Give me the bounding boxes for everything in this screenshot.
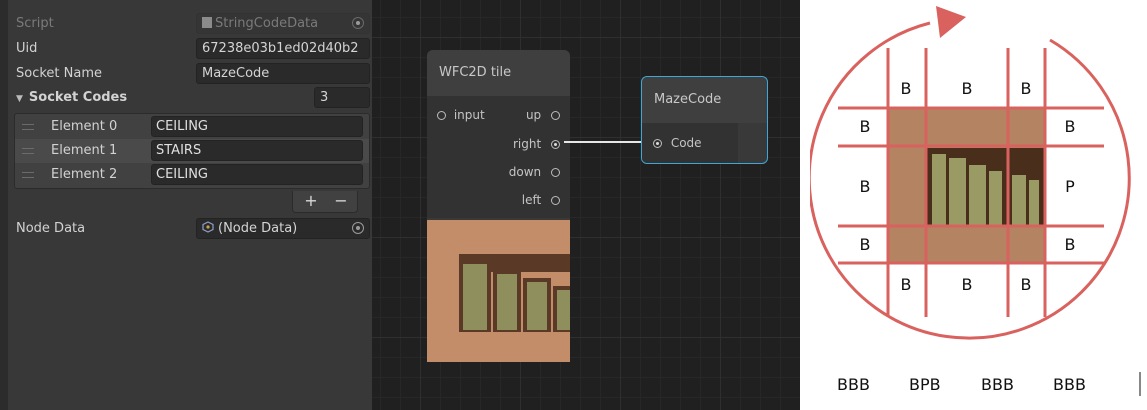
socket-label-bottom: B [961, 275, 973, 294]
script-file-icon [202, 17, 212, 28]
element-label: Element 0 [51, 119, 118, 134]
socket-label-right: B [1064, 235, 1076, 254]
port-connector-icon[interactable] [551, 140, 560, 149]
node-data-label: Node Data [16, 221, 86, 236]
code-port[interactable]: Code [653, 135, 702, 151]
port-label: down [508, 165, 542, 179]
socket-codes-size-field[interactable]: 3 [314, 87, 370, 108]
output-port-left[interactable]: left [522, 192, 560, 208]
wfc2d-tile-node[interactable]: WFC2D tile input up right down left [427, 50, 570, 362]
element-value-field[interactable]: CEILING [151, 164, 363, 185]
input-port[interactable]: input [437, 107, 485, 123]
socket-label-bottom: B [1020, 275, 1032, 294]
output-port-up[interactable]: up [526, 107, 560, 123]
drag-handle-icon[interactable] [22, 172, 34, 178]
socket-label-right: P [1065, 177, 1075, 196]
socket-label-top: B [900, 79, 912, 98]
script-label: Script [16, 16, 54, 31]
port-label: Code [670, 136, 702, 150]
list-footer: + − [292, 191, 358, 213]
node-data-row: Node Data (Node Data) [0, 217, 372, 241]
script-row: Script StringCodeData [0, 12, 372, 36]
socket-name-field[interactable]: MazeCode [196, 63, 370, 84]
socket-code-text: BBB [1053, 375, 1086, 394]
socket-label-right: B [1064, 117, 1076, 136]
remove-element-button[interactable]: − [326, 191, 356, 211]
socket-label-left: B [859, 177, 871, 196]
socket-label-top: B [961, 79, 973, 98]
scriptable-object-icon [202, 221, 214, 233]
port-connector-icon[interactable] [437, 111, 446, 120]
element-label: Element 1 [51, 143, 118, 158]
port-label: up [525, 108, 542, 122]
node-title[interactable]: WFC2D tile [427, 50, 570, 96]
node-data-value: (Node Data) [218, 221, 298, 236]
foldout-arrow-icon: ▼ [16, 94, 23, 104]
socket-label-left: B [859, 117, 871, 136]
list-item[interactable]: Element 2 CEILING [15, 163, 369, 187]
add-element-button[interactable]: + [296, 191, 326, 211]
list-item[interactable]: Element 0 CEILING [15, 115, 369, 139]
port-label: right [512, 137, 542, 151]
tile-preview-image [427, 220, 570, 362]
port-connector-icon[interactable] [551, 111, 560, 120]
script-picker-icon [352, 17, 364, 29]
element-value-field[interactable]: STAIRS [151, 140, 363, 161]
connection-wire[interactable] [562, 135, 652, 149]
inspector-panel: Script StringCodeData Uid 67238e03b1ed02… [0, 0, 372, 410]
list-item[interactable]: Element 1 STAIRS [15, 139, 369, 163]
element-label: Element 2 [51, 167, 118, 182]
socket-codes-foldout[interactable]: ▼ Socket Codes [16, 89, 127, 108]
uid-row: Uid 67238e03b1ed02d40b2 [0, 37, 372, 61]
port-connector-icon[interactable] [551, 168, 560, 177]
object-picker-icon[interactable] [352, 222, 364, 234]
output-port-right[interactable]: right [513, 136, 560, 152]
element-value-field[interactable]: CEILING [151, 116, 363, 137]
socket-code-text: BPB [909, 375, 941, 394]
port-connector-icon[interactable] [653, 139, 662, 148]
node-data-field[interactable]: (Node Data) [196, 218, 370, 239]
drag-handle-icon[interactable] [22, 124, 34, 130]
output-port-down[interactable]: down [509, 164, 560, 180]
port-label: input [453, 108, 485, 122]
uid-field[interactable]: 67238e03b1ed02d40b2 [196, 38, 370, 59]
socket-codes-list: Element 0 CEILING Element 1 STAIRS Eleme… [14, 113, 370, 189]
mazecode-node[interactable]: MazeCode Code [641, 76, 768, 164]
port-label: left [521, 193, 542, 207]
panel-divider [800, 0, 810, 410]
socket-label-left: B [859, 235, 871, 254]
socket-codes-label: Socket Codes [28, 90, 128, 105]
node-title[interactable]: MazeCode [642, 77, 767, 123]
port-connector-icon[interactable] [551, 196, 560, 205]
socket-code-text: BBB [981, 375, 1014, 394]
diagram-graphic [810, 6, 1141, 396]
socket-label-bottom: B [900, 275, 912, 294]
socket-code-text: BBB [837, 375, 870, 394]
socket-name-label: Socket Name [16, 66, 102, 81]
graph-canvas[interactable]: WFC2D tile input up right down left Maze… [372, 0, 800, 410]
uid-label: Uid [16, 41, 38, 56]
script-value: StringCodeData [215, 16, 319, 31]
socket-codes-header[interactable]: ▼ Socket Codes 3 [0, 86, 372, 110]
socket-diagram: B B B B B B B B B B P B BBB BPB BBB BBB [810, 0, 1147, 410]
socket-label-top: B [1020, 79, 1032, 98]
drag-handle-icon[interactable] [22, 148, 34, 154]
script-field: StringCodeData [196, 13, 370, 34]
socket-name-row: Socket Name MazeCode [0, 62, 372, 86]
